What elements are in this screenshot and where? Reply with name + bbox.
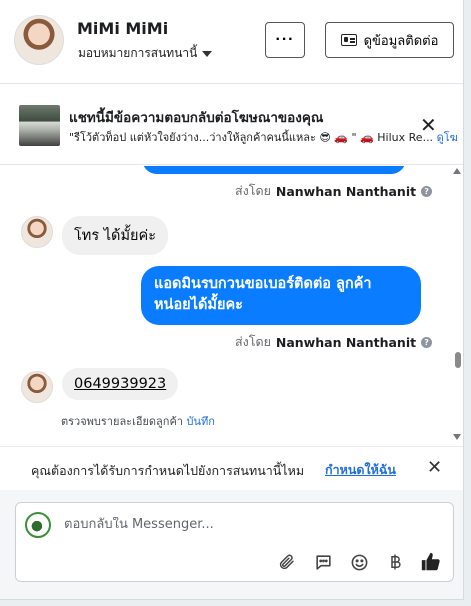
view-contact-label: ดูข้อมูลติดต่อ [363,33,439,49]
page-avatar [25,512,51,538]
customer-details-note: ตรวจพบรายละเอียดลูกค้า บันทึก [61,412,215,430]
agent-name: Nanwhan Nanthanit [275,334,417,350]
ad-banner-close-icon[interactable]: ✕ [420,115,437,135]
saved-replies-icon[interactable] [312,551,334,573]
help-icon[interactable]: ? [421,185,433,197]
sent-by-prefix: ส่งโดย [235,183,271,198]
view-ad-link[interactable]: ดูโฆ [437,131,458,144]
message-thread: ส่งโดย Nanwhan Nanthanit ? โทร ได้มั้ยค่… [0,166,463,444]
sent-by-label: ส่งโดย Nanwhan Nanthanit ? [235,181,433,201]
contact-card-icon [340,34,357,46]
customer-avatar-small [21,216,53,248]
save-details-link[interactable]: บันทึก [186,415,214,428]
attachment-icon[interactable] [276,551,298,573]
ad-reply-banner: แชทนี้มีข้อความตอบกลับต่อโฆษณาของคุณ "รี… [0,85,463,165]
assign-to-me-link[interactable]: กำหนดให้ฉัน [325,460,396,480]
message-composer [15,502,454,582]
customer-avatar[interactable] [14,15,64,65]
scroll-down-icon[interactable] [453,434,461,440]
more-options-button[interactable]: ··· [265,22,305,58]
ad-banner-title: แชทนี้มีข้อความตอบกลับต่อโฆษณาของคุณ [69,110,324,126]
view-contact-button[interactable]: ดูข้อมูลติดต่อ [325,22,454,58]
assignment-prompt: คุณต้องการได้รับการกำหนดไปยังการสนทนานี้… [0,446,463,490]
note-text: ตรวจพบรายละเอียดลูกค้า [61,415,183,428]
sent-by-prefix: ส่งโดย [235,334,271,349]
ad-banner-quote: "รีโว้ตัวท็อป แต่หัวใจยังว่าง...ว่างให้ล… [69,128,458,146]
customer-name[interactable]: MiMi MiMi [77,19,168,38]
outgoing-message-bubble[interactable]: แอดมินรบกวนขอเบอร์ติดต่อ ลูกค้าหน่อยได้ม… [141,266,421,325]
scrollbar-thumb[interactable] [455,352,461,368]
assign-conversation-dropdown[interactable]: มอบหมายการสนทนานี้ [78,44,213,63]
agent-name: Nanwhan Nanthanit [275,183,417,199]
conversation-header: MiMi MiMi มอบหมายการสนทนานี้ ··· ดูข้อมู… [0,0,463,84]
assign-label: มอบหมายการสนทนานี้ [78,46,198,60]
sent-by-label: ส่งโดย Nanwhan Nanthanit ? [235,332,433,352]
help-icon[interactable]: ? [421,336,433,348]
thumbs-up-icon[interactable] [420,551,442,573]
prompt-close-icon[interactable]: ✕ [427,459,442,477]
caret-down-icon [202,50,213,57]
assignment-prompt-text: คุณต้องการได้รับการกำหนดไปยังการสนทนานี้… [31,463,305,478]
ad-quote-text: "รีโว้ตัวท็อป แต่หัวใจยังว่าง...ว่างให้ล… [69,131,434,144]
incoming-message-bubble[interactable]: 0649939923 [62,368,179,400]
customer-avatar-small [21,371,53,403]
payment-baht-icon[interactable] [384,551,406,573]
reply-input[interactable] [64,517,434,532]
emoji-icon[interactable] [348,551,370,573]
conversation-panel: MiMi MiMi มอบหมายการสนทนานี้ ··· ดูข้อมู… [0,0,464,600]
outgoing-message-bubble[interactable] [142,166,406,174]
customer-phone-link[interactable]: 0649939923 [74,376,166,392]
incoming-message-bubble[interactable]: โทร ได้มั้ยค่ะ [62,216,168,255]
scroll-up-icon[interactable] [453,168,461,174]
ad-thumbnail[interactable] [19,105,60,146]
more-icon: ··· [275,31,295,48]
